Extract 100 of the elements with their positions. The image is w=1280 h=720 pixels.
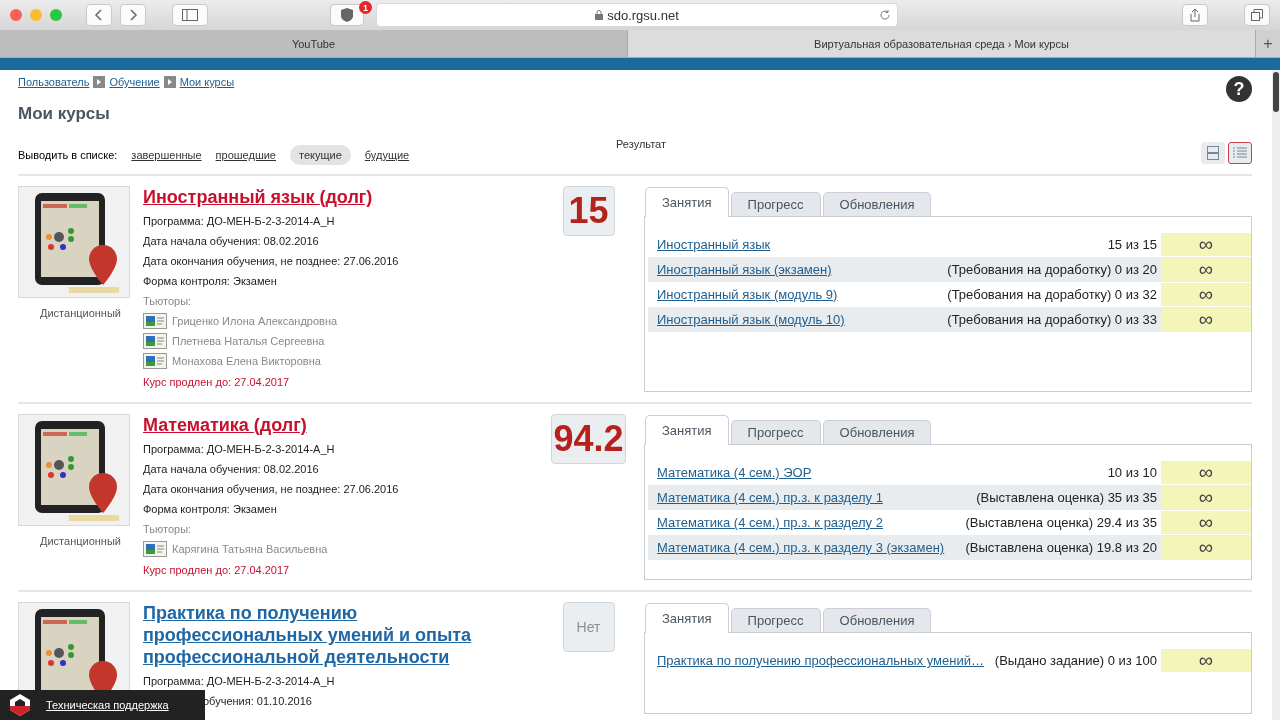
tutor-name: Гриценко Илона Александровна (172, 314, 338, 329)
panel-tab[interactable]: Прогресс (730, 420, 821, 444)
shield-icon (339, 7, 355, 23)
chevron-icon (93, 76, 106, 88)
panel-tab[interactable]: Занятия (645, 415, 729, 445)
page-title: Мои курсы (18, 104, 111, 125)
course-title-link[interactable]: Математика (долг) (143, 414, 533, 436)
filter-option[interactable]: прошедшие (215, 149, 276, 161)
lesson-status: 10 из 10 (1107, 465, 1158, 480)
lesson-link[interactable]: Математика (4 сем.) ЭОР (657, 465, 812, 480)
extension-note: Курс продлен до: 27.04.2017 (143, 563, 291, 578)
breadcrumb-link[interactable]: Пользователь (18, 76, 90, 88)
panel-tab[interactable]: Занятия (645, 603, 729, 633)
course-mode: Дистанционный (40, 307, 121, 319)
lesson-link[interactable]: Иностранный язык (модуль 9) (657, 287, 838, 302)
filter-option[interactable]: будущие (364, 149, 410, 161)
tutor-name: Карягина Татьяна Васильевна (172, 542, 328, 557)
lesson-status: (Требования на доработку) 0 из 33 (947, 312, 1158, 327)
panel-tab[interactable]: Прогресс (730, 608, 821, 632)
access-mark: ∞ (1161, 461, 1251, 484)
sidebar-icon (182, 9, 198, 21)
rows-icon (1207, 146, 1219, 160)
course-mode: Дистанционный (40, 535, 121, 547)
lesson-status: (Выставлена оценка) 35 из 35 (976, 490, 1158, 505)
panel-tab[interactable]: Обновления (822, 420, 932, 444)
lesson-status: (Выставлена оценка) 29.4 из 35 (965, 515, 1158, 530)
panel-tab[interactable]: Обновления (822, 192, 932, 216)
lesson-status: (Выставлена оценка) 19.8 из 20 (965, 540, 1158, 555)
access-mark: ∞ (1161, 308, 1251, 331)
browser-tab[interactable]: YouTube (0, 30, 628, 57)
share-icon (1189, 8, 1201, 22)
notification-badge: 1 (359, 1, 372, 14)
lesson-status: 15 из 15 (1107, 237, 1158, 252)
tutors-label: Тьюторы: (143, 522, 193, 537)
rows-view-button[interactable] (1201, 142, 1225, 164)
forward-button[interactable] (120, 4, 146, 26)
hexagon-logo-icon (8, 693, 32, 717)
panel-tab[interactable]: Занятия (645, 187, 729, 217)
score-badge: Нет (562, 602, 615, 652)
reload-icon[interactable] (879, 9, 891, 21)
support-link[interactable]: Техническая поддержка (0, 690, 205, 720)
course-detail: Программа: ДО-МЕН-Б-2-3-2014-А_Н (143, 214, 336, 229)
id-card-icon (143, 313, 167, 329)
back-button[interactable] (86, 4, 112, 26)
course-title-link[interactable]: Иностранный язык (долг) (143, 186, 533, 208)
chevron-icon (163, 76, 176, 88)
list-view-button[interactable] (1228, 142, 1252, 164)
tutors-label: Тьюторы: (143, 294, 193, 309)
lesson-status: (Требования на доработку) 0 из 32 (947, 287, 1158, 302)
lesson-status: (Выдано задание) 0 из 100 (994, 653, 1158, 668)
new-tab-button[interactable]: + (1256, 30, 1280, 57)
lesson-link[interactable]: Иностранный язык (модуль 10) (657, 312, 845, 327)
zoom-window-icon[interactable] (50, 9, 62, 21)
course-detail: Дата начала обучения: 08.02.2016 (143, 234, 320, 249)
course-detail: Форма контроля: Экзамен (143, 502, 278, 517)
filter-option[interactable]: завершенные (131, 149, 202, 161)
course-detail: Программа: ДО-МЕН-Б-2-3-2014-А_Н (143, 674, 336, 689)
tabs-button[interactable] (1244, 4, 1270, 26)
chevron-right-icon (128, 9, 138, 21)
share-button[interactable] (1182, 4, 1208, 26)
list-icon (1233, 147, 1247, 159)
score-badge: 15 (562, 186, 615, 236)
extension-button[interactable] (330, 4, 364, 26)
filter-label: Выводить в списке: (18, 149, 118, 161)
lesson-link[interactable]: Практика по получению профессиональных умений… (657, 653, 984, 668)
tabs-icon (1251, 9, 1263, 21)
course-title-link[interactable]: Практика по получению профессиональных умений и опыта профессиональной деятельности (143, 602, 533, 668)
access-mark: ∞ (1161, 649, 1251, 672)
course-detail: Дата окончания обучения, не позднее: 27.06.2016 (143, 482, 400, 497)
close-window-icon[interactable] (10, 9, 22, 21)
breadcrumb-link[interactable]: Мои курсы (179, 76, 235, 88)
access-mark: ∞ (1161, 233, 1251, 256)
lesson-link[interactable]: Иностранный язык (экзамен) (657, 262, 832, 277)
lesson-link[interactable]: Иностранный язык (657, 237, 771, 252)
score-badge: 94.2 (551, 414, 626, 464)
address-field[interactable]: sdo.rgsu.net (376, 3, 898, 27)
filter-option[interactable]: текущие (290, 145, 351, 165)
scrollbar[interactable] (1272, 70, 1280, 720)
lesson-status: (Требования на доработку) 0 из 20 (947, 262, 1158, 277)
id-card-icon (143, 541, 167, 557)
course-detail: Программа: ДО-МЕН-Б-2-3-2014-А_Н (143, 442, 336, 457)
id-card-icon (143, 353, 167, 369)
course-detail: Дата начала обучения: 08.02.2016 (143, 462, 320, 477)
access-mark: ∞ (1161, 536, 1251, 559)
lesson-link[interactable]: Математика (4 сем.) пр.з. к разделу 2 (657, 515, 883, 530)
course-detail: Дата окончания обучения, не позднее: 27.06.2016 (143, 254, 400, 269)
panel-tab[interactable]: Обновления (822, 608, 932, 632)
breadcrumb-link[interactable]: Обучение (109, 76, 160, 88)
course-detail: Форма контроля: Экзамен (143, 274, 278, 289)
lesson-link[interactable]: Математика (4 сем.) пр.з. к разделу 3 (экзамен) (657, 540, 945, 555)
extension-note: Курс продлен до: 27.04.2017 (143, 375, 291, 390)
sidebar-button[interactable] (172, 4, 208, 26)
tutor-name: Монахова Елена Викторовна (172, 354, 321, 369)
access-mark: ∞ (1161, 511, 1251, 534)
browser-tab[interactable]: Виртуальная образовательная среда › Мои курсы (628, 30, 1256, 57)
access-mark: ∞ (1161, 283, 1251, 306)
lesson-link[interactable]: Математика (4 сем.) пр.з. к разделу 1 (657, 490, 883, 505)
help-button[interactable]: ? (1226, 76, 1252, 102)
lock-icon (595, 10, 604, 20)
panel-tab[interactable]: Прогресс (730, 192, 821, 216)
